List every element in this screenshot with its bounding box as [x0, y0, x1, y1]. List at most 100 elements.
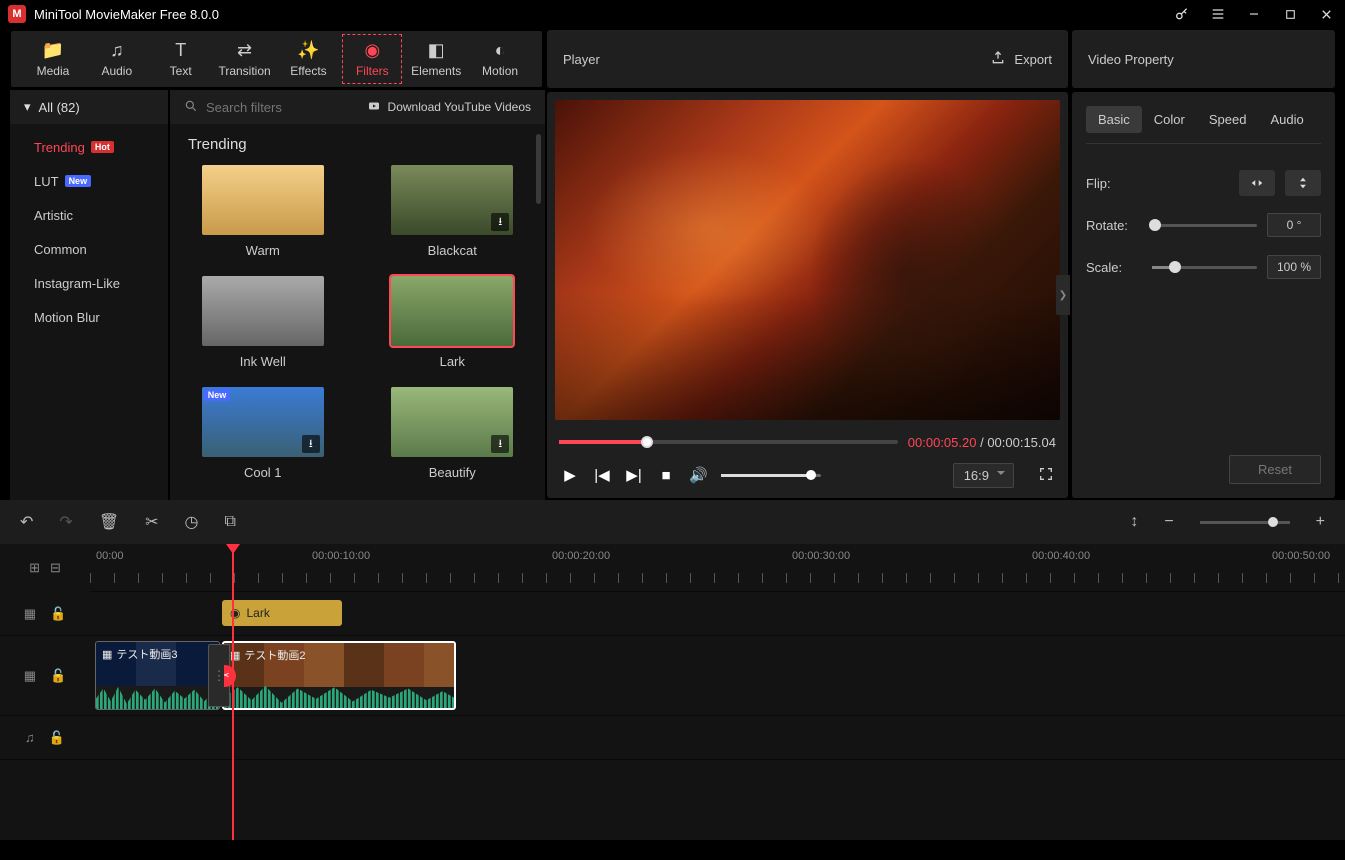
zoom-in-button[interactable]: +: [1316, 513, 1325, 531]
play-button[interactable]: ▶: [561, 466, 579, 484]
crop-button[interactable]: ⧉: [225, 513, 236, 531]
category-artistic[interactable]: Artistic: [10, 198, 168, 232]
search-input[interactable]: [206, 100, 326, 115]
prop-tab-speed[interactable]: Speed: [1197, 106, 1259, 133]
lock-icon[interactable]: 🔓: [50, 668, 66, 684]
prop-tab-basic[interactable]: Basic: [1086, 106, 1142, 133]
category-lut[interactable]: LUTNew: [10, 164, 168, 198]
download-icon[interactable]: ⭳: [491, 435, 509, 453]
reset-button[interactable]: Reset: [1229, 455, 1321, 484]
elements-icon: ◧: [428, 40, 445, 60]
rotate-value[interactable]: 0 °: [1267, 213, 1321, 237]
export-button[interactable]: Export: [990, 50, 1052, 69]
video-clip-1[interactable]: ▦テスト動画3: [95, 641, 220, 710]
motion-icon: ◐: [495, 40, 506, 60]
time-ruler[interactable]: 00:00 00:00:10:00 00:00:20:00 00:00:30:0…: [90, 544, 1345, 592]
zoom-slider[interactable]: [1200, 521, 1290, 524]
flip-vertical-button[interactable]: [1285, 170, 1321, 196]
search-filters[interactable]: [184, 99, 326, 116]
fit-button[interactable]: ↕: [1130, 513, 1138, 531]
scale-value[interactable]: 100 %: [1267, 255, 1321, 279]
video-preview[interactable]: [555, 100, 1060, 420]
redo-button[interactable]: ↷: [59, 512, 72, 532]
rotate-label: Rotate:: [1086, 218, 1142, 233]
empty-track[interactable]: [90, 760, 1345, 804]
aspect-ratio-select[interactable]: 16:9: [953, 463, 1014, 488]
filter-inkwell[interactable]: Ink Well: [188, 276, 338, 369]
lock-icon[interactable]: 🔓: [50, 606, 66, 622]
maximize-icon[interactable]: [1279, 3, 1301, 25]
tab-media[interactable]: 📁Media: [21, 31, 85, 87]
film-icon: ▦: [24, 606, 36, 622]
download-youtube-link[interactable]: Download YouTube Videos: [366, 100, 531, 115]
scale-slider[interactable]: [1152, 266, 1257, 269]
effect-track[interactable]: ◉ Lark: [90, 592, 1345, 636]
add-track-button[interactable]: ⊞: [29, 560, 40, 576]
filter-lark[interactable]: Lark: [378, 276, 528, 369]
scrollbar-thumb[interactable]: [536, 134, 541, 204]
lock-icon[interactable]: 🔓: [49, 730, 65, 746]
transition-icon: ⇄: [237, 40, 252, 60]
seek-slider[interactable]: [559, 440, 898, 444]
category-instagram[interactable]: Instagram-Like: [10, 266, 168, 300]
fullscreen-button[interactable]: [1038, 466, 1054, 485]
category-trending[interactable]: TrendingHot: [10, 130, 168, 164]
filter-blackcat[interactable]: ⭳Blackcat: [378, 165, 528, 258]
film-icon: ▦: [24, 668, 36, 684]
video-clip-2[interactable]: ✂ ▦テスト動画2: [222, 641, 456, 710]
track-head-effect[interactable]: ▦🔓: [0, 592, 90, 636]
tab-transition[interactable]: ⇄Transition: [213, 31, 277, 87]
filter-warm[interactable]: Warm: [188, 165, 338, 258]
download-icon[interactable]: ⭳: [302, 435, 320, 453]
track-head-audio[interactable]: ♫🔓: [0, 716, 90, 760]
split-button[interactable]: ✂: [145, 512, 158, 532]
prev-frame-button[interactable]: |◀: [593, 466, 611, 484]
playhead[interactable]: [232, 544, 234, 840]
badge-new: New: [65, 175, 92, 187]
key-icon[interactable]: [1171, 3, 1193, 25]
effects-icon: ✨: [297, 40, 319, 60]
speed-button[interactable]: ◷: [185, 512, 199, 532]
category-motionblur[interactable]: Motion Blur: [10, 300, 168, 334]
app-logo: M: [8, 5, 26, 23]
video-track[interactable]: ▦テスト動画3 ⋮ ✂ ▦テスト動画2: [90, 636, 1345, 716]
category-common[interactable]: Common: [10, 232, 168, 266]
tab-audio[interactable]: ♫Audio: [85, 31, 149, 87]
rotate-slider[interactable]: [1152, 224, 1257, 227]
tab-effects[interactable]: ✨Effects: [277, 31, 341, 87]
property-header: Video Property: [1072, 30, 1335, 88]
folder-icon: 📁: [42, 40, 64, 60]
track-head-video[interactable]: ▦🔓: [0, 636, 90, 716]
next-frame-button[interactable]: ▶|: [625, 466, 643, 484]
audio-track[interactable]: [90, 716, 1345, 760]
tab-text[interactable]: TText: [149, 31, 213, 87]
main-tabs: 📁Media ♫Audio TText ⇄Transition ✨Effects…: [10, 30, 543, 88]
filter-beautify[interactable]: ⭳Beautify: [378, 387, 528, 480]
filter-clip[interactable]: ◉ Lark: [222, 600, 342, 626]
volume-slider[interactable]: [721, 474, 821, 477]
delete-button[interactable]: 🗑: [99, 512, 119, 532]
hamburger-icon[interactable]: [1207, 3, 1229, 25]
tab-elements[interactable]: ◧Elements: [404, 31, 468, 87]
property-title: Video Property: [1088, 52, 1174, 67]
minimize-icon[interactable]: [1243, 3, 1265, 25]
flip-horizontal-button[interactable]: [1239, 170, 1275, 196]
player-title: Player: [563, 52, 600, 67]
remove-track-button[interactable]: ⊟: [50, 560, 61, 576]
download-icon[interactable]: ⭳: [491, 213, 509, 231]
close-icon[interactable]: [1315, 3, 1337, 25]
tab-motion[interactable]: ◐Motion: [468, 31, 532, 87]
prop-tab-audio[interactable]: Audio: [1258, 106, 1315, 133]
stop-button[interactable]: ■: [657, 467, 675, 484]
volume-icon[interactable]: 🔊: [689, 466, 707, 484]
youtube-icon: [366, 100, 382, 115]
tab-filters[interactable]: ◉Filters: [340, 31, 404, 87]
undo-button[interactable]: ↶: [20, 512, 33, 532]
filter-cool1[interactable]: New⭳Cool 1: [188, 387, 338, 480]
category-all[interactable]: ▾ All (82): [10, 90, 168, 124]
timeline: ↶ ↷ 🗑 ✂ ◷ ⧉ ↕ − + ⊞ ⊟ ▦🔓 ▦🔓 ♫🔓 00:00 00:…: [0, 500, 1345, 840]
zoom-out-button[interactable]: −: [1164, 513, 1173, 531]
panel-expand-toggle[interactable]: ❯: [1056, 275, 1070, 315]
scale-label: Scale:: [1086, 260, 1142, 275]
prop-tab-color[interactable]: Color: [1142, 106, 1197, 133]
